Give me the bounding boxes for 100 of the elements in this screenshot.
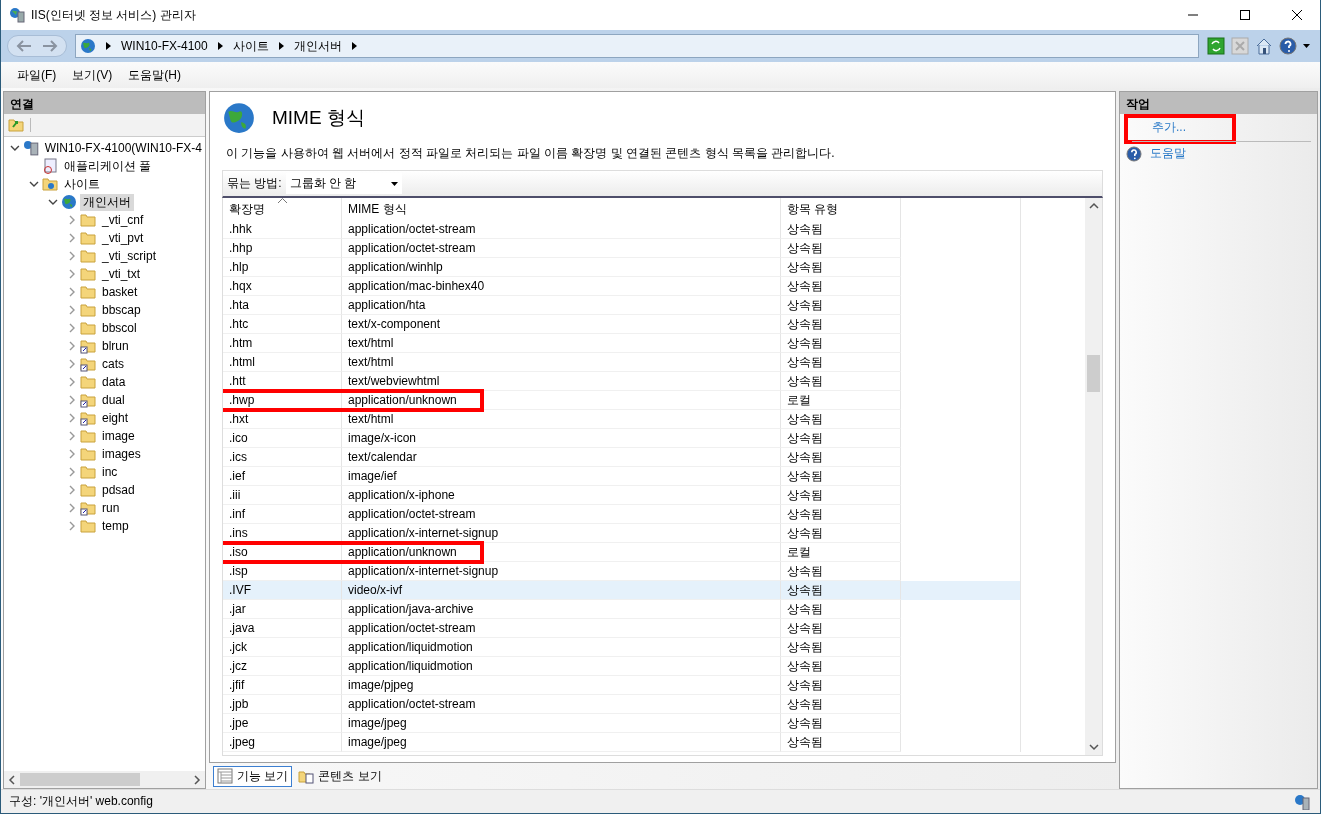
- action-link[interactable]: 도움말: [1150, 145, 1186, 162]
- tree-item[interactable]: bbscol: [99, 321, 140, 335]
- table-cell: .jar: [223, 600, 342, 619]
- table-row[interactable]: .jcz application/liquidmotion 상속됨: [223, 657, 1021, 676]
- app-icon: [9, 7, 25, 23]
- tree-item[interactable]: cats: [99, 357, 127, 371]
- table-cell: application/winhlp: [342, 258, 781, 277]
- table-cell: .hwp: [223, 391, 342, 410]
- table-row[interactable]: .htt text/webviewhtml 상속됨: [223, 372, 1021, 391]
- table-row[interactable]: .jpb application/octet-stream 상속됨: [223, 695, 1021, 714]
- table-cell: video/x-ivf: [342, 581, 781, 600]
- table-row[interactable]: .jpe image/jpeg 상속됨: [223, 714, 1021, 733]
- table-row[interactable]: .ics text/calendar 상속됨: [223, 448, 1021, 467]
- table-cell: 상속됨: [781, 524, 901, 543]
- table-cell: text/html: [342, 353, 781, 372]
- tree-item[interactable]: _vti_pvt: [99, 231, 147, 245]
- action-link[interactable]: 추가...: [1152, 119, 1186, 136]
- folder-icon: [80, 428, 96, 444]
- table-cell: 상속됨: [781, 220, 901, 239]
- horizontal-scrollbar[interactable]: [4, 771, 205, 788]
- scroll-up-icon: [1088, 202, 1099, 210]
- globe-icon: [61, 194, 77, 210]
- table-cell: .ics: [223, 448, 342, 467]
- column-header[interactable]: 항목 유형: [781, 198, 901, 221]
- table-row[interactable]: .inf application/octet-stream 상속됨: [223, 505, 1021, 524]
- table-row[interactable]: .htm text/html 상속됨: [223, 334, 1021, 353]
- tree-item[interactable]: WIN10-FX-4100(WIN10-FX-4: [41, 141, 205, 155]
- breadcrumb-item[interactable]: WIN10-FX-4100: [121, 39, 208, 53]
- vertical-scrollbar[interactable]: [1085, 198, 1102, 755]
- table-cell: .hhk: [223, 220, 342, 239]
- breadcrumb-item[interactable]: 개인서버: [293, 37, 342, 55]
- table-cell: image/pjpeg: [342, 676, 781, 695]
- menu-item[interactable]: 파일(F): [9, 66, 65, 84]
- tree-item[interactable]: _vti_cnf: [99, 213, 147, 227]
- table-row[interactable]: .htc text/x-component 상속됨: [223, 315, 1021, 334]
- table-row[interactable]: .hwp application/unknown 로컬: [223, 391, 1021, 410]
- table-row[interactable]: .html text/html 상속됨: [223, 353, 1021, 372]
- table-row[interactable]: .hhp application/octet-stream 상속됨: [223, 239, 1021, 258]
- table-row[interactable]: .jpeg image/jpeg 상속됨: [223, 733, 1021, 752]
- tree-item[interactable]: inc: [99, 465, 121, 479]
- table-cell: .iii: [223, 486, 342, 505]
- tree-item[interactable]: 사이트: [61, 175, 103, 193]
- folder-icon: [80, 482, 96, 498]
- menu-item[interactable]: 도움말(H): [120, 66, 189, 84]
- group-by-label: 묶는 방법:: [227, 175, 282, 192]
- tree-item[interactable]: pdsad: [99, 483, 138, 497]
- table-row[interactable]: .hxt text/html 상속됨: [223, 410, 1021, 429]
- table-cell: 상속됨: [781, 429, 901, 448]
- table-row[interactable]: .hqx application/mac-binhex40 상속됨: [223, 277, 1021, 296]
- table-cell: 상속됨: [781, 239, 901, 258]
- address-field[interactable]: WIN10-FX-4100 사이트 개인서버: [75, 34, 1199, 58]
- table-cell: .java: [223, 619, 342, 638]
- group-by-dropdown[interactable]: 그룹화 안 함: [285, 173, 402, 194]
- view-tab[interactable]: 기능 보기: [213, 765, 293, 787]
- grid-icon: [217, 768, 233, 784]
- tree-item[interactable]: blrun: [99, 339, 132, 353]
- tree-item[interactable]: image: [99, 429, 138, 443]
- tree-item[interactable]: bbscap: [99, 303, 144, 317]
- shortcut-folder-icon: [80, 356, 96, 372]
- table-row[interactable]: .IVF video/x-ivf 상속됨: [223, 581, 1021, 600]
- table-row[interactable]: .iso application/unknown 로컬: [223, 543, 1021, 562]
- folder-icon: [80, 518, 96, 534]
- view-tab[interactable]: 콘텐츠 보기: [294, 765, 386, 787]
- table-row[interactable]: .jar application/java-archive 상속됨: [223, 600, 1021, 619]
- table-row[interactable]: .jfif image/pjpeg 상속됨: [223, 676, 1021, 695]
- tree-item[interactable]: 개인서버: [80, 193, 134, 211]
- tree-item[interactable]: data: [99, 375, 129, 389]
- table-row[interactable]: .java application/octet-stream 상속됨: [223, 619, 1021, 638]
- table-row[interactable]: .hta application/hta 상속됨: [223, 296, 1021, 315]
- table-cell: .IVF: [223, 581, 342, 600]
- tree-item[interactable]: 애플리케이션 풀: [61, 157, 155, 175]
- table-cell: .ief: [223, 467, 342, 486]
- tree-item[interactable]: _vti_txt: [99, 267, 143, 281]
- scrollbar-thumb[interactable]: [1087, 355, 1100, 392]
- table-cell: 상속됨: [781, 315, 901, 334]
- tree-item[interactable]: dual: [99, 393, 128, 407]
- table-cell: 상속됨: [781, 448, 901, 467]
- table-row[interactable]: .ico image/x-icon 상속됨: [223, 429, 1021, 448]
- table-cell: application/octet-stream: [342, 239, 781, 258]
- table-cell: 로컬: [781, 543, 901, 562]
- tree-item[interactable]: basket: [99, 285, 141, 299]
- tree-item[interactable]: eight: [99, 411, 132, 425]
- tree-item[interactable]: _vti_script: [99, 249, 160, 263]
- tree-item[interactable]: run: [99, 501, 123, 515]
- table-row[interactable]: .iii application/x-iphone 상속됨: [223, 486, 1021, 505]
- column-header[interactable]: MIME 형식: [342, 198, 781, 221]
- panel-header: 연결: [4, 92, 205, 114]
- table-row[interactable]: .jck application/liquidmotion 상속됨: [223, 638, 1021, 657]
- scrollbar-thumb[interactable]: [20, 773, 140, 786]
- table-row[interactable]: .ins application/x-internet-signup 상속됨: [223, 524, 1021, 543]
- menu-item[interactable]: 보기(V): [64, 66, 121, 84]
- table-row[interactable]: .hlp application/winhlp 상속됨: [223, 258, 1021, 277]
- tree-item[interactable]: temp: [99, 519, 132, 533]
- table-row[interactable]: .ief image/ief 상속됨: [223, 467, 1021, 486]
- column-header[interactable]: 확장명: [223, 198, 342, 221]
- breadcrumb-item[interactable]: 사이트: [232, 37, 269, 55]
- table-cell: image/jpeg: [342, 714, 781, 733]
- table-cell: 상속됨: [781, 619, 901, 638]
- table-row[interactable]: .hhk application/octet-stream 상속됨: [223, 220, 1021, 239]
- tree-item[interactable]: images: [99, 447, 144, 461]
